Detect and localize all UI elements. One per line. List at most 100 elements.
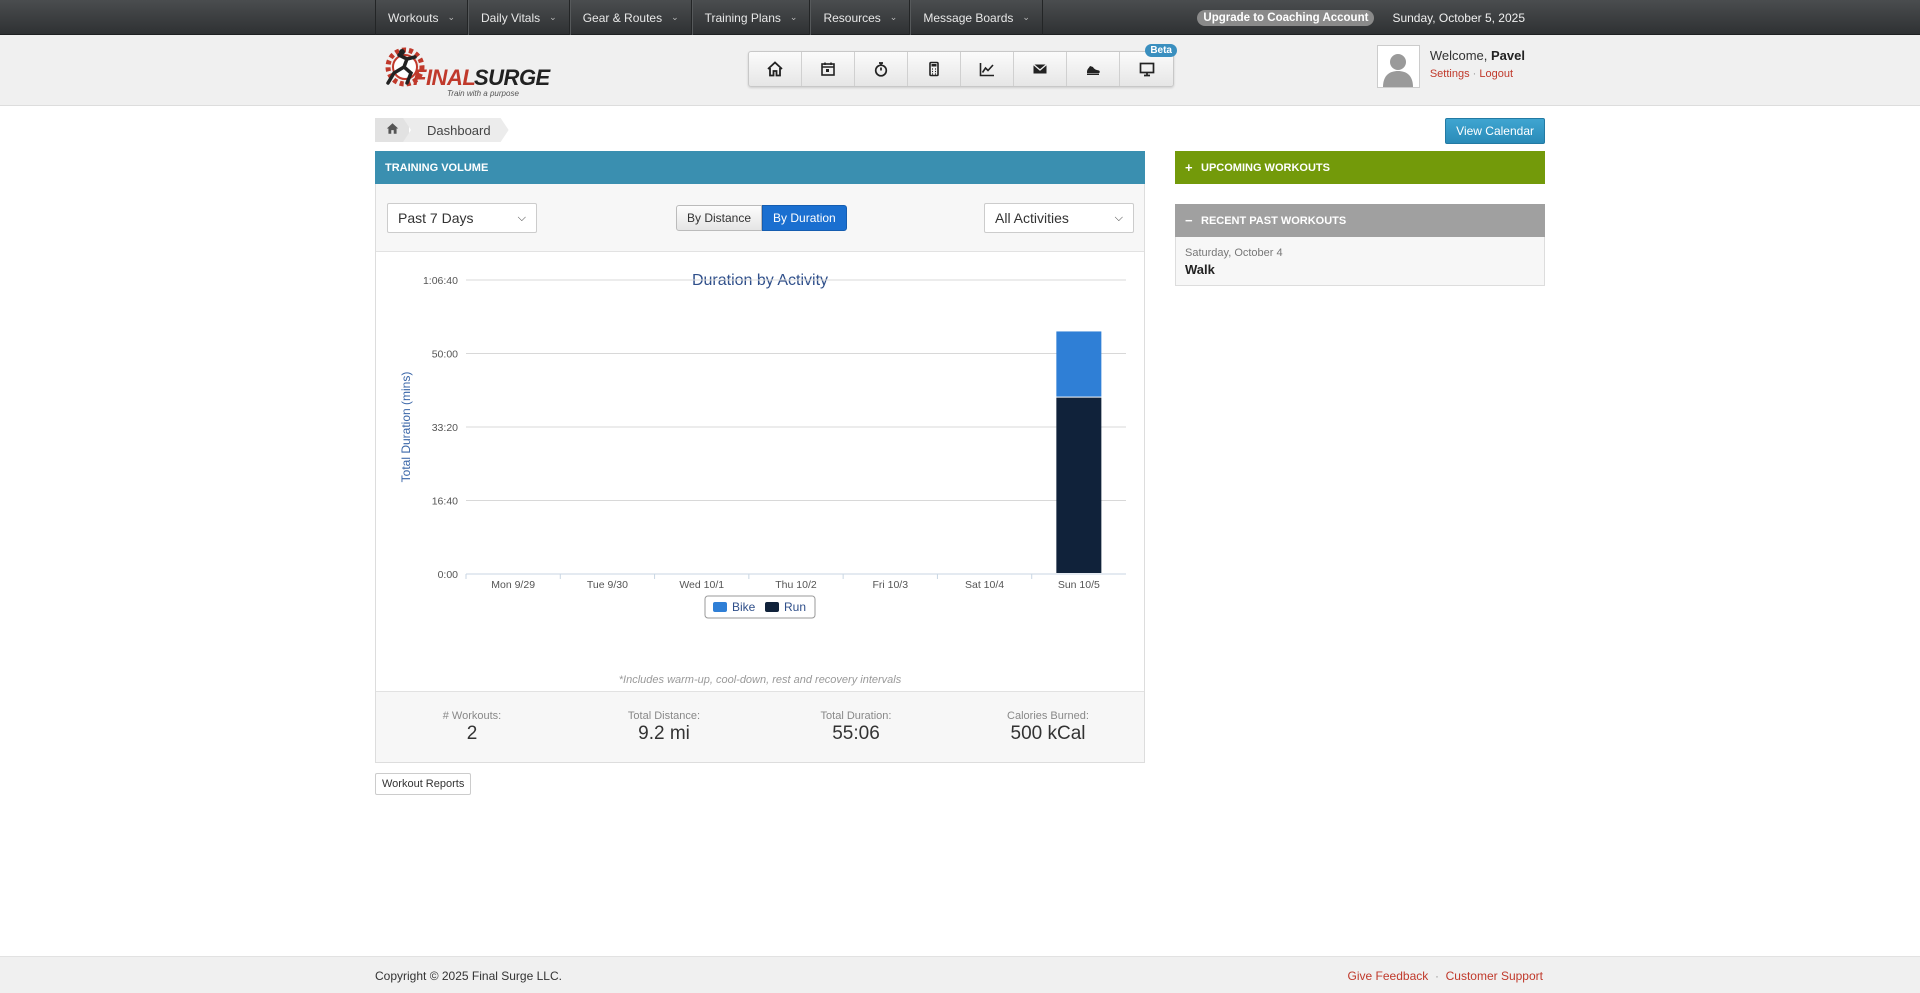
menu-label: Workouts [388, 10, 439, 25]
stat-value: 500 kCal [1010, 723, 1086, 744]
chevron-down-icon: ⌄ [1022, 12, 1030, 22]
plus-icon: + [1185, 160, 1193, 175]
mail-icon[interactable] [1014, 52, 1067, 86]
monitor-icon[interactable]: Beta [1120, 44, 1177, 86]
y-tick-label: 16:40 [432, 495, 458, 507]
chevron-down-icon: ⌄ [789, 12, 798, 22]
stat-workouts: # Workouts: 2 [376, 692, 568, 762]
stat-duration: Total Duration: 55:06 [760, 692, 952, 762]
recent-workouts-header[interactable]: − RECENT PAST WORKOUTS [1175, 204, 1545, 237]
chevron-down-icon: ⌄ [447, 12, 456, 22]
list-item[interactable]: Saturday, October 4 Walk [1185, 247, 1535, 277]
stat-label: Total Distance: [627, 710, 701, 722]
menu-daily-vitals[interactable]: Daily Vitals ⌄ [468, 0, 570, 35]
shoe-icon[interactable] [1067, 52, 1120, 86]
breadcrumb-home[interactable] [375, 118, 409, 142]
customer-support-link[interactable]: Customer Support [1446, 969, 1543, 983]
menu-message-boards[interactable]: Message Boards ⌄ [910, 0, 1043, 35]
legend-label: Bike [732, 600, 756, 614]
logout-link[interactable]: Logout [1479, 68, 1513, 80]
chart-plot: 0:00 16:40 33:20 50:00 1:06:40 Total Duration… [399, 275, 1126, 619]
y-tick-label: 50:00 [432, 349, 458, 361]
stat-value: 2 [466, 723, 478, 744]
avatar[interactable] [1376, 45, 1420, 88]
chevron-down-icon: ⌵ [517, 211, 526, 224]
link-separator: · [1434, 968, 1439, 983]
y-tick-label: 0:00 [438, 569, 459, 581]
stat-label: Total Duration: [820, 710, 892, 722]
give-feedback-link[interactable]: Give Feedback [1348, 969, 1429, 983]
home-icon[interactable] [749, 52, 802, 86]
activity-select-value: All Activities [995, 210, 1069, 226]
metric-toggle: By Distance By Duration [676, 205, 847, 231]
duration-chart: Duration by Activity 0:00 16:40 33:20 50:00… [376, 252, 1144, 692]
chevron-down-icon: ⌵ [1114, 211, 1123, 224]
x-tick-label: Mon 9/29 [491, 579, 535, 591]
menu-workouts[interactable]: Workouts ⌄ [375, 0, 469, 35]
chart-footnote: *Includes warm-up, cool-down, rest and r… [618, 674, 902, 686]
y-tick-label: 1:06:40 [423, 275, 458, 287]
stat-label: Calories Burned: [1007, 710, 1089, 722]
stopwatch-icon[interactable] [855, 52, 908, 86]
by-distance-button[interactable]: By Distance [676, 205, 763, 231]
workout-name[interactable]: Walk [1185, 262, 1535, 277]
view-calendar-button[interactable]: View Calendar [1445, 118, 1545, 144]
period-select-value: Past 7 Days [398, 210, 474, 226]
bar-run [1056, 397, 1102, 573]
beta-badge: Beta [1145, 44, 1177, 57]
menu-gear-routes[interactable]: Gear & Routes ⌄ [569, 0, 692, 35]
stat-distance: Total Distance: 9.2 mi [568, 692, 760, 762]
stat-label: # Workouts: [442, 710, 502, 722]
svg-text:FINAL: FINAL [413, 65, 475, 90]
period-select[interactable]: Past 7 Days ⌵ [387, 203, 537, 233]
chevron-down-icon: ⌄ [549, 12, 557, 22]
training-volume-header: TRAINING VOLUME [375, 151, 1145, 184]
breadcrumb-dashboard[interactable]: Dashboard [403, 118, 509, 142]
by-duration-button[interactable]: By Duration [762, 205, 847, 231]
upcoming-workouts-header[interactable]: + UPCOMING WORKOUTS [1175, 151, 1545, 184]
minus-icon: − [1185, 213, 1193, 228]
copyright: Copyright © 2025 Final Surge LLC. [375, 968, 562, 983]
welcome-text: Welcome, Pavel [1429, 48, 1525, 63]
footer: Copyright © 2025 Final Surge LLC. Give F… [0, 956, 1920, 993]
workout-date: Saturday, October 4 [1185, 247, 1283, 259]
quick-icon-toolbar: Beta [748, 44, 1177, 87]
breadcrumb: Dashboard [375, 118, 509, 142]
home-icon [386, 122, 399, 138]
recent-title: RECENT PAST WORKOUTS [1201, 214, 1347, 227]
x-tick-label: Wed 10/1 [679, 579, 724, 591]
user-panel: Welcome, Pavel Settings · Logout [1376, 45, 1525, 88]
stats-summary: # Workouts: 2 Total Distance: 9.2 mi Total… [376, 692, 1144, 762]
chart-icon[interactable] [961, 52, 1014, 86]
link-separator: · [1472, 68, 1477, 80]
stat-calories: Calories Burned: 500 kCal [952, 692, 1144, 762]
svg-text:SURGE: SURGE [474, 65, 552, 90]
x-tick-label: Fri 10/3 [872, 579, 908, 591]
legend-swatch [713, 602, 727, 612]
current-date: Sunday, October 5, 2025 [1392, 10, 1525, 25]
legend-label: Run [784, 600, 806, 614]
x-tick-label: Sun 10/5 [1058, 579, 1100, 591]
menu-label: Gear & Routes [582, 10, 663, 25]
calendar-icon[interactable] [802, 52, 855, 86]
svg-text:Train with a purpose: Train with a purpose [447, 89, 519, 98]
menu-training-plans[interactable]: Training Plans ⌄ [691, 0, 811, 35]
menu-label: Training Plans [704, 10, 781, 25]
bar-bike [1056, 331, 1102, 397]
stat-value: 9.2 mi [638, 723, 690, 744]
final-surge-logo[interactable]: FINAL SURGE Train with a purpose [375, 41, 575, 101]
header: FINAL SURGE Train with a purpose Beta We… [0, 35, 1920, 106]
menu-label: Resources [823, 10, 881, 25]
upgrade-coaching-button[interactable]: Upgrade to Coaching Account [1197, 9, 1375, 26]
user-name: Pavel [1491, 48, 1525, 63]
workout-reports-button[interactable]: Workout Reports [375, 773, 472, 795]
menu-label: Message Boards [923, 10, 1014, 25]
settings-link[interactable]: Settings [1430, 68, 1470, 80]
calculator-icon[interactable] [908, 52, 961, 86]
chevron-down-icon: ⌄ [671, 12, 679, 22]
top-navigation-bar: Workouts ⌄ Daily Vitals ⌄ Gear & Routes ⌄ T… [0, 0, 1920, 35]
y-axis-label: Total Duration (mins) [399, 372, 413, 483]
menu-resources[interactable]: Resources ⌄ [810, 0, 911, 35]
activity-select[interactable]: All Activities ⌵ [984, 203, 1134, 233]
training-volume-panel: Past 7 Days ⌵ By Distance By Duration All… [375, 184, 1145, 763]
